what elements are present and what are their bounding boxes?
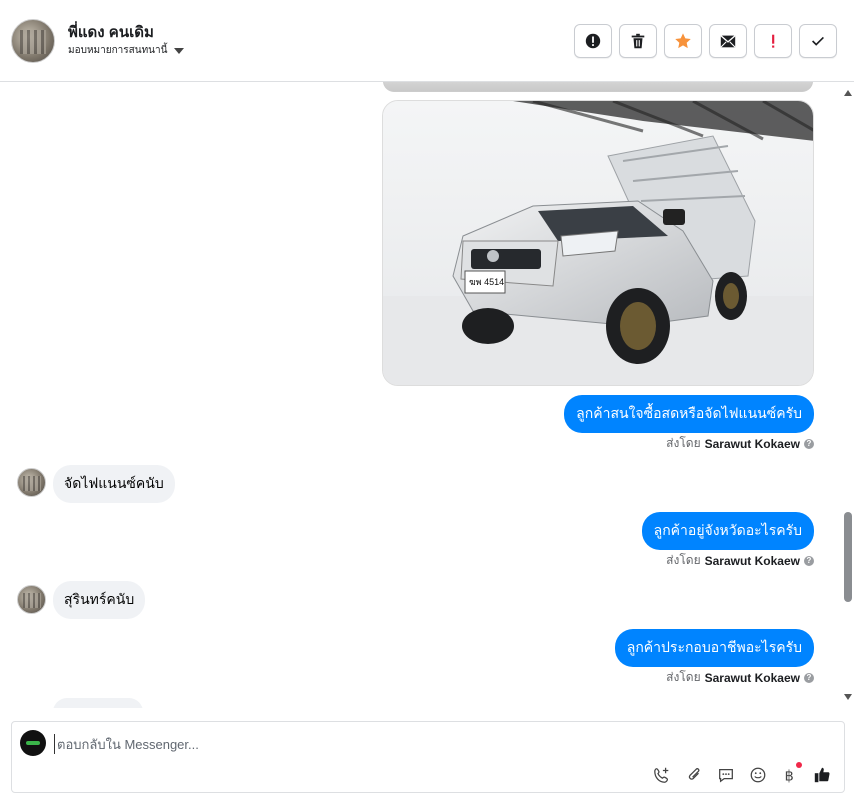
thumbs-up-icon [814, 767, 830, 783]
reply-input[interactable] [54, 734, 654, 754]
svg-text:฿: ฿ [785, 768, 794, 784]
composer-tools: ฿ [652, 762, 832, 786]
svg-text:ฆพ 4514: ฆพ 4514 [469, 277, 504, 287]
trash-icon [631, 33, 645, 49]
previous-image-message[interactable] [383, 82, 813, 92]
help-icon[interactable]: ? [804, 672, 814, 683]
header-actions [574, 24, 837, 58]
saved-reply-icon [719, 768, 733, 783]
sent-by-prefix: ส่งโดย [666, 670, 701, 684]
contact-avatar-small [17, 585, 46, 614]
phone-add-icon [654, 767, 669, 783]
scroll-thumb[interactable] [844, 512, 852, 602]
truck-photo: ฆพ 4514 [383, 101, 813, 385]
reply-composer: ฿ [11, 721, 845, 793]
baht-payment-icon: ฿ [785, 768, 794, 784]
delete-button[interactable] [619, 24, 657, 58]
spam-button[interactable] [574, 24, 612, 58]
attach-button[interactable] [684, 764, 704, 786]
sent-by-info: ส่งโดย Sarawut Kokaew ? [666, 434, 814, 453]
outgoing-message[interactable]: ลูกค้าสนใจซื้อสดหรือจัดไฟแนนซ์ครับ [564, 395, 814, 433]
contact-name[interactable]: พี่แดง คนเดิม [68, 20, 154, 44]
emoji-button[interactable] [748, 764, 768, 786]
assign-conversation-dropdown[interactable]: มอบหมายการสนทนานี้ [68, 43, 185, 58]
chat-scrollbar[interactable] [842, 82, 854, 708]
sent-by-info: ส่งโดย Sarawut Kokaew ? [666, 668, 814, 687]
paperclip-icon [688, 768, 700, 780]
envelope-icon [720, 35, 736, 48]
notification-dot [796, 762, 802, 768]
message-thread[interactable]: ฆพ 4514 ลูกค้าสนใจซื้อสดหรือจัดไฟแนนซ์คร… [0, 82, 842, 708]
sent-by-info: ส่งโดย Sarawut Kokaew ? [666, 551, 814, 570]
mark-unread-button[interactable] [709, 24, 747, 58]
mark-done-button[interactable] [799, 24, 837, 58]
saved-reply-button[interactable] [716, 764, 736, 786]
like-button[interactable] [812, 764, 832, 786]
star-button[interactable] [664, 24, 702, 58]
sender-name: Sarawut Kokaew [704, 670, 800, 685]
alert-circle-icon [585, 33, 601, 49]
assign-label: มอบหมายการสนทนานี้ [68, 45, 168, 56]
incoming-message-partial[interactable] [53, 698, 143, 708]
scroll-down-arrow-icon[interactable] [844, 694, 852, 700]
incoming-message[interactable]: สุรินทร์คนับ [53, 581, 146, 619]
payment-button[interactable]: ฿ [780, 762, 802, 786]
scroll-up-arrow-icon[interactable] [844, 90, 852, 96]
outgoing-message[interactable]: ลูกค้าอยู่จังหวัดอะไรครับ [641, 512, 814, 550]
conversation-header: พี่แดง คนเดิม มอบหมายการสนทนานี้ [0, 0, 854, 82]
sent-by-prefix: ส่งโดย [666, 436, 701, 450]
image-message[interactable]: ฆพ 4514 [382, 100, 814, 386]
check-icon [812, 36, 824, 46]
sender-name: Sarawut Kokaew [704, 553, 800, 568]
contact-avatar-small [17, 468, 46, 497]
emoji-icon [750, 767, 766, 783]
follow-up-button[interactable] [754, 24, 792, 58]
star-icon [675, 33, 691, 49]
call-button[interactable] [652, 764, 672, 786]
caret-down-icon [174, 47, 185, 54]
incoming-message[interactable]: จัดไฟแนนซ์คนับ [53, 465, 175, 503]
sent-by-prefix: ส่งโดย [666, 553, 701, 567]
exclamation-icon [772, 34, 775, 48]
help-icon[interactable]: ? [804, 555, 814, 566]
contact-avatar[interactable] [11, 19, 55, 63]
page-avatar [20, 730, 46, 756]
sender-name: Sarawut Kokaew [704, 436, 800, 451]
outgoing-message[interactable]: ลูกค้าประกอบอาชีพอะไรครับ [614, 629, 814, 667]
help-icon[interactable]: ? [804, 438, 814, 449]
